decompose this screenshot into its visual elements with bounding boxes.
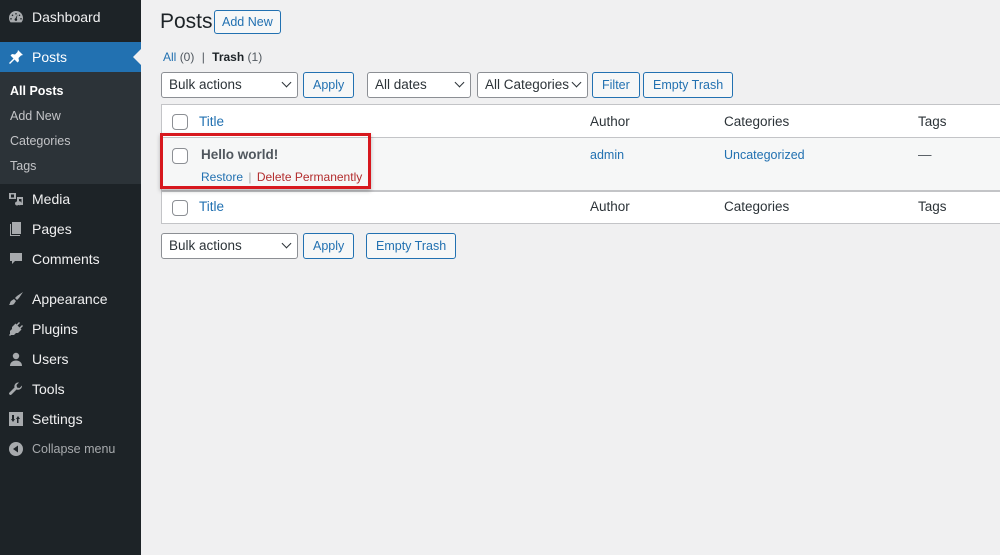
- apply-button-bottom[interactable]: Apply: [303, 233, 355, 259]
- paintbrush-icon: [8, 291, 24, 307]
- comments-icon: [8, 251, 24, 267]
- column-footer-author: Author: [590, 199, 630, 214]
- dashboard-icon: [8, 9, 24, 25]
- table-footer-row: Title Author Categories Tags: [162, 191, 1000, 223]
- bulk-actions-select-top[interactable]: Bulk actions: [161, 72, 298, 98]
- media-icon: [8, 191, 24, 207]
- settings-icon: [8, 411, 24, 427]
- view-trash-link[interactable]: Trash (1): [212, 50, 262, 64]
- post-title: Hello world!: [201, 147, 279, 162]
- post-tags: —: [918, 147, 932, 162]
- pin-icon: [8, 49, 24, 65]
- row-checkbox[interactable]: [172, 148, 188, 164]
- wrench-icon: [8, 381, 24, 397]
- main-content: Posts Add New All (0) | Trash (1) Bulk a…: [141, 0, 1000, 555]
- sidebar-item-label: Settings: [32, 411, 83, 427]
- sidebar-item-label: Pages: [32, 221, 72, 237]
- bulk-actions-select-bottom[interactable]: Bulk actions: [161, 233, 298, 259]
- sidebar-item-appearance[interactable]: Appearance: [0, 284, 141, 314]
- select-all-checkbox-bottom[interactable]: [172, 200, 188, 216]
- sidebar-item-pages[interactable]: Pages: [0, 214, 141, 244]
- sidebar-item-plugins[interactable]: Plugins: [0, 314, 141, 344]
- pages-icon: [8, 221, 24, 237]
- sidebar-item-posts[interactable]: Posts: [0, 42, 141, 72]
- column-header-categories: Categories: [724, 114, 790, 129]
- sidebar-item-label: Plugins: [32, 321, 78, 337]
- table-header-row: Title Author Categories Tags: [162, 105, 1000, 138]
- column-footer-title[interactable]: Title: [199, 199, 224, 214]
- submenu-add-new[interactable]: Add New: [0, 104, 141, 129]
- sidebar-item-settings[interactable]: Settings: [0, 404, 141, 434]
- sidebar-item-comments[interactable]: Comments: [0, 244, 141, 274]
- sidebar-item-dashboard[interactable]: Dashboard: [0, 2, 141, 32]
- dates-filter-select[interactable]: All dates: [367, 72, 471, 98]
- empty-trash-button-bottom[interactable]: Empty Trash: [366, 233, 457, 259]
- column-footer-tags: Tags: [918, 199, 947, 214]
- column-header-tags: Tags: [918, 114, 947, 129]
- delete-permanently-link[interactable]: Delete Permanently: [257, 170, 362, 184]
- sidebar-item-tools[interactable]: Tools: [0, 374, 141, 404]
- restore-link[interactable]: Restore: [201, 170, 243, 184]
- select-all-checkbox[interactable]: [172, 114, 188, 130]
- table-row: Hello world! Restore | Delete Permanentl…: [162, 138, 1000, 191]
- sidebar-item-label: Tools: [32, 381, 65, 397]
- add-new-button[interactable]: Add New: [214, 10, 281, 34]
- sidebar-item-media[interactable]: Media: [0, 184, 141, 214]
- chevron-down-icon: [281, 77, 292, 88]
- chevron-down-icon: [454, 77, 465, 88]
- column-header-title[interactable]: Title: [199, 114, 224, 129]
- posts-submenu: All Posts Add New Categories Tags: [0, 72, 141, 184]
- collapse-menu-label: Collapse menu: [32, 442, 116, 456]
- submenu-tags[interactable]: Tags: [0, 154, 141, 179]
- submenu-all-posts[interactable]: All Posts: [0, 79, 141, 104]
- column-footer-categories: Categories: [724, 199, 790, 214]
- categories-filter-select[interactable]: All Categories: [477, 72, 588, 98]
- filter-button[interactable]: Filter: [592, 72, 640, 98]
- sidebar-item-users[interactable]: Users: [0, 344, 141, 374]
- empty-trash-button-top[interactable]: Empty Trash: [643, 72, 734, 98]
- row-actions: Restore | Delete Permanently: [201, 170, 362, 184]
- view-all-link[interactable]: All (0): [163, 50, 194, 64]
- submenu-categories[interactable]: Categories: [0, 129, 141, 154]
- sidebar-item-label: Dashboard: [32, 9, 101, 25]
- sidebar-item-label: Users: [32, 351, 69, 367]
- sidebar-item-label: Media: [32, 191, 71, 207]
- post-category-link[interactable]: Uncategorized: [724, 148, 805, 162]
- actions-separator: |: [248, 170, 252, 184]
- plugin-icon: [8, 321, 24, 337]
- views-separator: |: [201, 50, 205, 64]
- post-status-views: All (0) | Trash (1): [163, 50, 262, 64]
- active-menu-arrow: [133, 49, 141, 65]
- page-title: Posts: [160, 10, 213, 33]
- column-header-author: Author: [590, 114, 630, 129]
- collapse-arrow-icon: [8, 441, 24, 457]
- admin-sidebar: Dashboard Posts All Posts Add New Catego…: [0, 0, 141, 555]
- sidebar-item-label: Posts: [32, 49, 68, 65]
- post-author-link[interactable]: admin: [590, 148, 624, 162]
- chevron-down-icon: [281, 238, 292, 249]
- chevron-down-icon: [571, 77, 582, 88]
- sidebar-item-label: Comments: [32, 251, 100, 267]
- posts-table: Title Author Categories Tags Hello world…: [161, 104, 1000, 224]
- apply-button-top[interactable]: Apply: [303, 72, 355, 98]
- collapse-menu-button[interactable]: Collapse menu: [0, 434, 141, 464]
- sidebar-item-label: Appearance: [32, 291, 108, 307]
- users-icon: [8, 351, 24, 367]
